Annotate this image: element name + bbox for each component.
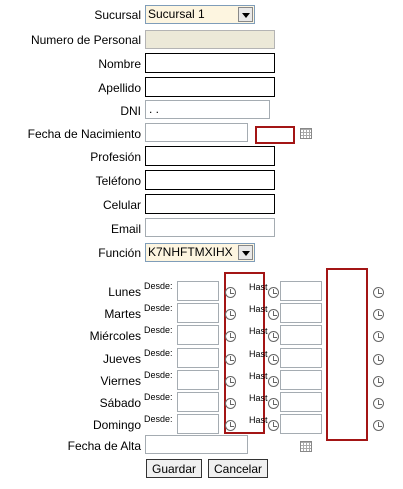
dni-field[interactable]: . .	[145, 100, 270, 119]
highlight-box	[326, 268, 368, 441]
guardar-button[interactable]: Guardar	[146, 459, 202, 478]
desde-label: Desde:	[144, 303, 173, 313]
clock-icon[interactable]	[373, 331, 384, 342]
clock-icon[interactable]	[268, 420, 279, 431]
hasta-time-field[interactable]	[280, 370, 322, 390]
clock-icon[interactable]	[268, 354, 279, 365]
clock-icon[interactable]	[373, 398, 384, 409]
hasta-time-field[interactable]	[280, 325, 322, 345]
desde-label: Desde:	[144, 414, 173, 424]
day-label: Lunes	[108, 285, 141, 299]
hasta-label: Hasta:	[249, 282, 268, 292]
clock-icon[interactable]	[373, 420, 384, 431]
day-label: Viernes	[100, 374, 141, 388]
day-label: Domingo	[92, 418, 141, 432]
desde-label: Desde:	[144, 281, 173, 291]
hasta-time-field[interactable]	[280, 348, 322, 368]
day-label: Jueves	[102, 352, 141, 366]
desde-label: Desde:	[144, 348, 173, 358]
funcion-select[interactable]: K7NHFTMXIHX	[145, 243, 255, 262]
telefono-label: Teléfono	[95, 174, 141, 188]
nombre-field[interactable]	[145, 53, 275, 73]
chevron-down-icon[interactable]	[238, 7, 253, 22]
celular-field[interactable]	[145, 194, 275, 214]
desde-time-field[interactable]	[177, 392, 219, 412]
clock-icon[interactable]	[268, 309, 279, 320]
hasta-time-field[interactable]	[280, 414, 322, 434]
funcion-label: Función	[98, 246, 141, 260]
desde-label: Desde:	[144, 392, 173, 402]
highlight-box	[255, 126, 295, 144]
hasta-label: Hasta:	[249, 326, 268, 336]
clock-icon[interactable]	[373, 354, 384, 365]
dni-label: DNI	[120, 104, 141, 118]
day-label: Miércoles	[89, 329, 141, 343]
clock-icon[interactable]	[225, 309, 236, 320]
hasta-time-field[interactable]	[280, 281, 322, 301]
desde-label: Desde:	[144, 325, 173, 335]
cancelar-button[interactable]: Cancelar	[208, 459, 268, 478]
profesion-label: Profesión	[90, 150, 141, 164]
clock-icon[interactable]	[268, 331, 279, 342]
clock-icon[interactable]	[373, 287, 384, 298]
profesion-field[interactable]	[145, 146, 275, 166]
sucursal-value: Sucursal 1	[148, 7, 205, 21]
desde-time-field[interactable]	[177, 325, 219, 345]
hasta-time-field[interactable]	[280, 303, 322, 323]
telefono-field[interactable]	[145, 170, 275, 190]
sucursal-select[interactable]: Sucursal 1	[145, 5, 255, 24]
clock-icon[interactable]	[268, 398, 279, 409]
clock-icon[interactable]	[373, 309, 384, 320]
hasta-label: Hasta:	[249, 415, 268, 425]
numero-personal-label: Numero de Personal	[30, 33, 141, 47]
desde-time-field[interactable]	[177, 281, 219, 301]
desde-time-field[interactable]	[177, 348, 219, 368]
desde-time-field[interactable]	[177, 303, 219, 323]
clock-icon[interactable]	[225, 398, 236, 409]
hasta-label: Hasta:	[249, 393, 268, 403]
fecha-nacimiento-field[interactable]	[145, 123, 248, 142]
nombre-label: Nombre	[98, 57, 141, 71]
chevron-down-icon[interactable]	[238, 245, 253, 260]
apellido-field[interactable]	[145, 77, 275, 97]
clock-icon[interactable]	[225, 376, 236, 387]
day-label: Sábado	[99, 396, 141, 410]
fecha-nacimiento-label: Fecha de Nacimiento	[27, 127, 141, 141]
numero-personal-field	[145, 30, 275, 49]
apellido-label: Apellido	[98, 81, 141, 95]
hasta-time-field[interactable]	[280, 392, 322, 412]
hasta-label: Hasta:	[249, 349, 268, 359]
fecha-alta-field[interactable]	[145, 435, 248, 454]
clock-icon[interactable]	[225, 287, 236, 298]
day-label: Martes	[104, 307, 141, 321]
clock-icon[interactable]	[225, 420, 236, 431]
email-label: Email	[110, 222, 141, 236]
clock-icon[interactable]	[268, 287, 279, 298]
hasta-label: Hasta:	[249, 304, 268, 314]
sucursal-label: Sucursal	[94, 8, 141, 22]
desde-label: Desde:	[144, 370, 173, 380]
clock-icon[interactable]	[225, 354, 236, 365]
hasta-label: Hasta:	[249, 371, 268, 381]
desde-time-field[interactable]	[177, 370, 219, 390]
funcion-value: K7NHFTMXIHX	[148, 245, 233, 259]
desde-time-field[interactable]	[177, 414, 219, 434]
clock-icon[interactable]	[268, 376, 279, 387]
email-field[interactable]	[145, 218, 275, 237]
celular-label: Celular	[102, 198, 141, 212]
clock-icon[interactable]	[225, 331, 236, 342]
calendar-icon[interactable]	[300, 128, 312, 139]
clock-icon[interactable]	[373, 376, 384, 387]
fecha-alta-label: Fecha de Alta	[67, 439, 141, 453]
calendar-icon[interactable]	[300, 441, 312, 452]
